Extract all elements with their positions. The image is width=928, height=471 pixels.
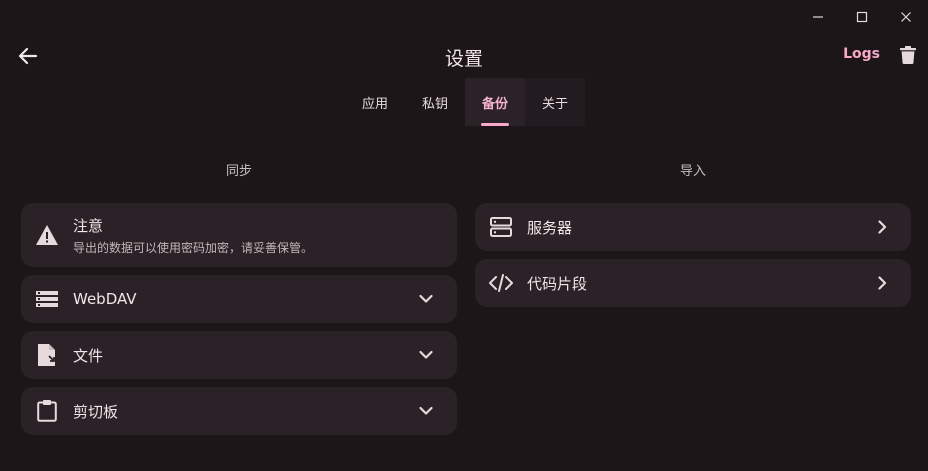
chevron-right-icon <box>878 276 887 290</box>
import-server-item[interactable]: 服务器 <box>475 203 911 251</box>
file-expander[interactable]: 文件 <box>21 331 457 379</box>
maximize-button[interactable] <box>840 0 884 34</box>
webdav-expander[interactable]: WebDAV <box>21 275 457 323</box>
server-icon <box>475 217 527 237</box>
file-label: 文件 <box>73 346 104 365</box>
notice-card: 注意 导出的数据可以使用密码加密，请妥善保管。 <box>21 203 457 267</box>
page-title: 设置 <box>444 48 483 70</box>
delete-button[interactable] <box>896 43 920 67</box>
trash-icon <box>900 46 916 64</box>
file-export-icon <box>21 344 73 366</box>
logs-button[interactable]: Logs <box>843 46 880 62</box>
chevron-down-icon <box>419 406 433 416</box>
clipboard-icon <box>21 400 73 422</box>
notice-text: 导出的数据可以使用密码加密，请妥善保管。 <box>73 240 314 255</box>
sync-section: 同步 注意 导出的数据可以使用密码加密，请妥善保管。 WebDAV 文件 剪切板 <box>21 160 457 443</box>
chevron-right-icon <box>878 220 887 234</box>
code-icon <box>475 274 527 292</box>
clipboard-expander[interactable]: 剪切板 <box>21 387 457 435</box>
chevron-down-icon <box>419 294 433 304</box>
window-controls <box>796 0 928 34</box>
import-snippet-item[interactable]: 代码片段 <box>475 259 911 307</box>
warning-icon <box>21 224 73 246</box>
tab-private-key[interactable]: 私钥 <box>405 78 465 126</box>
close-button[interactable] <box>884 0 928 34</box>
close-icon <box>901 12 911 22</box>
settings-tabs: 应用 私钥 备份 关于 <box>345 78 585 126</box>
import-section: 导入 服务器 代码片段 <box>475 160 911 315</box>
server-label: 服务器 <box>527 218 573 237</box>
tab-app[interactable]: 应用 <box>345 78 405 126</box>
import-section-title: 导入 <box>679 164 706 179</box>
storage-list-icon <box>21 291 73 307</box>
minimize-button[interactable] <box>796 0 840 34</box>
sync-section-title: 同步 <box>225 164 252 179</box>
minimize-icon <box>813 16 823 18</box>
app-bar: 设置 Logs <box>0 36 928 76</box>
webdav-label: WebDAV <box>73 290 137 308</box>
tab-about[interactable]: 关于 <box>525 78 585 126</box>
notice-title: 注意 <box>73 216 104 235</box>
snippet-label: 代码片段 <box>527 274 588 293</box>
maximize-icon <box>856 11 868 23</box>
tab-backup[interactable]: 备份 <box>465 78 525 126</box>
clipboard-label: 剪切板 <box>73 402 119 421</box>
chevron-down-icon <box>419 350 433 360</box>
